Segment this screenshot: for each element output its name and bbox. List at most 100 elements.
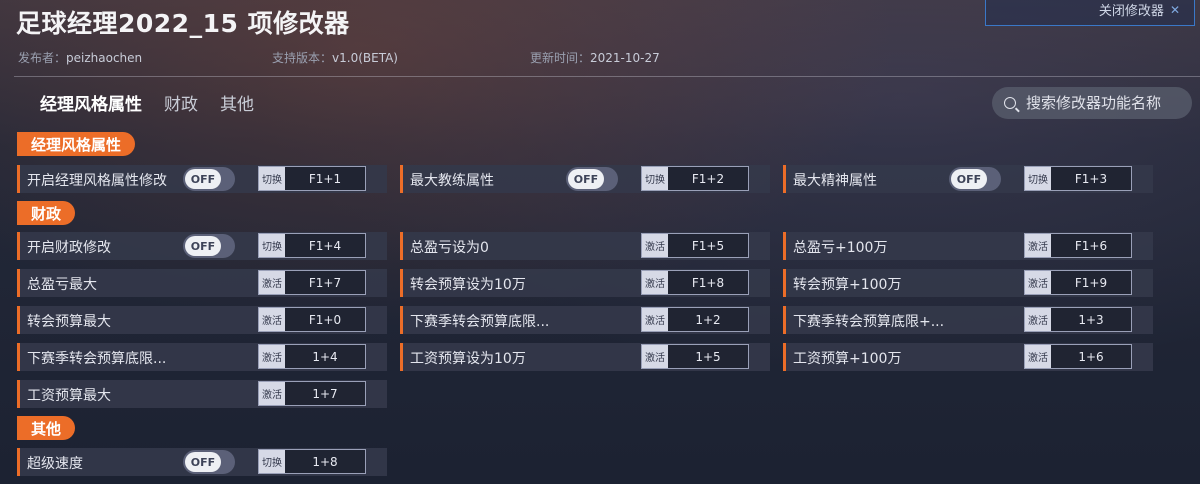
cheat-row: 工资预算设为10万 激活 1+5 bbox=[400, 343, 770, 371]
toggle-switch[interactable]: OFF bbox=[949, 167, 1001, 191]
search-box[interactable] bbox=[992, 87, 1192, 119]
action-label: 切换 bbox=[259, 167, 285, 190]
cheat-label: 开启财政修改 bbox=[27, 240, 111, 256]
section-header-finance: 财政 bbox=[17, 201, 76, 225]
hotkey-label: F1+4 bbox=[308, 238, 342, 253]
toggle-state: OFF bbox=[185, 236, 221, 256]
cheat-label: 下赛季转会预算底限+... bbox=[793, 314, 945, 330]
toggle-switch[interactable]: OFF bbox=[183, 450, 235, 474]
cheat-label: 开启经理风格属性修改 bbox=[27, 173, 167, 189]
trainer-window: 足球经理2022_15 项修改器 关闭修改器 ✕ 发布者：peizhaochen… bbox=[0, 0, 1200, 484]
cheat-row: 总盈亏+100万 激活 F1+6 bbox=[783, 232, 1153, 260]
cheat-label: 转会预算最大 bbox=[27, 314, 111, 330]
cheat-row: 转会预算设为10万 激活 F1+8 bbox=[400, 269, 770, 297]
version-meta: 支持版本：v1.0(BETA) bbox=[272, 49, 398, 66]
page-title: 足球经理2022_15 项修改器 bbox=[16, 9, 350, 38]
tab-other[interactable]: 其他 bbox=[220, 90, 254, 115]
hotkey-button[interactable]: 切换 F1+4 bbox=[258, 233, 366, 258]
cheat-label: 工资预算最大 bbox=[27, 388, 111, 404]
toggle-state: OFF bbox=[185, 452, 221, 472]
action-label: 激活 bbox=[259, 271, 285, 294]
hotkey-button[interactable]: 激活 1+4 bbox=[258, 344, 366, 369]
tab-bar: 经理风格属性 财政 其他 bbox=[40, 90, 276, 115]
hotkey-label: 1+5 bbox=[695, 349, 721, 364]
hotkey-button[interactable]: 激活 1+3 bbox=[1024, 307, 1132, 332]
hotkey-label: F1+6 bbox=[1074, 238, 1108, 253]
hotkey-label: F1+9 bbox=[1074, 275, 1108, 290]
action-label: 激活 bbox=[642, 234, 668, 257]
hotkey-button[interactable]: 激活 F1+6 bbox=[1024, 233, 1132, 258]
tab-manager-style[interactable]: 经理风格属性 bbox=[40, 90, 142, 115]
header-divider bbox=[14, 76, 1200, 77]
cheat-label: 总盈亏最大 bbox=[27, 277, 97, 293]
hotkey-button[interactable]: 激活 F1+0 bbox=[258, 307, 366, 332]
cheat-row: 下赛季转会预算底限... 激活 1+4 bbox=[17, 343, 387, 371]
hotkey-button[interactable]: 激活 F1+9 bbox=[1024, 270, 1132, 295]
hotkey-button[interactable]: 切换 F1+2 bbox=[641, 166, 749, 191]
tab-finance[interactable]: 财政 bbox=[164, 90, 198, 115]
hotkey-label: 1+8 bbox=[312, 454, 338, 469]
cheat-label: 工资预算+100万 bbox=[793, 351, 902, 367]
cheat-row: 转会预算+100万 激活 F1+9 bbox=[783, 269, 1153, 297]
cheat-label: 下赛季转会预算底限... bbox=[27, 351, 167, 367]
hotkey-button[interactable]: 切换 1+8 bbox=[258, 449, 366, 474]
action-label: 激活 bbox=[259, 345, 285, 368]
cheat-row: 工资预算最大 激活 1+7 bbox=[17, 380, 387, 408]
action-label: 激活 bbox=[642, 345, 668, 368]
toggle-state: OFF bbox=[951, 169, 987, 189]
close-trainer-button[interactable]: 关闭修改器 ✕ bbox=[985, 0, 1195, 26]
hotkey-label: F1+7 bbox=[308, 275, 342, 290]
action-label: 激活 bbox=[1025, 271, 1051, 294]
updated-meta: 更新时间：2021-10-27 bbox=[530, 49, 660, 66]
cheat-row: 开启财政修改 OFF 切换 F1+4 bbox=[17, 232, 387, 260]
cheat-label: 超级速度 bbox=[27, 456, 83, 472]
action-label: 激活 bbox=[642, 308, 668, 331]
toggle-switch[interactable]: OFF bbox=[183, 234, 235, 258]
toggle-state: OFF bbox=[185, 169, 221, 189]
updated-value: 2021-10-27 bbox=[590, 51, 660, 65]
cheat-label: 最大精神属性 bbox=[793, 173, 877, 189]
hotkey-label: 1+6 bbox=[1078, 349, 1104, 364]
action-label: 激活 bbox=[259, 382, 285, 405]
hotkey-label: F1+0 bbox=[308, 312, 342, 327]
cheat-row: 工资预算+100万 激活 1+6 bbox=[783, 343, 1153, 371]
author-meta: 发布者：peizhaochen bbox=[18, 49, 142, 66]
hotkey-button[interactable]: 激活 1+5 bbox=[641, 344, 749, 369]
hotkey-button[interactable]: 切换 F1+1 bbox=[258, 166, 366, 191]
cheat-row: 最大精神属性 OFF 切换 F1+3 bbox=[783, 165, 1153, 193]
action-label: 激活 bbox=[642, 271, 668, 294]
hotkey-button[interactable]: 激活 1+6 bbox=[1024, 344, 1132, 369]
hotkey-label: F1+8 bbox=[691, 275, 725, 290]
hotkey-label: 1+7 bbox=[312, 386, 338, 401]
action-label: 激活 bbox=[1025, 234, 1051, 257]
cheat-label: 转会预算+100万 bbox=[793, 277, 902, 293]
hotkey-button[interactable]: 激活 F1+8 bbox=[641, 270, 749, 295]
cheat-row: 下赛季转会预算底限... 激活 1+2 bbox=[400, 306, 770, 334]
section-header-manager: 经理风格属性 bbox=[17, 132, 136, 156]
search-icon bbox=[1004, 97, 1016, 109]
cheat-row: 总盈亏设为0 激活 F1+5 bbox=[400, 232, 770, 260]
toggle-switch[interactable]: OFF bbox=[183, 167, 235, 191]
version-label: 支持版本： bbox=[272, 51, 333, 65]
search-input[interactable] bbox=[1026, 94, 1186, 112]
toggle-switch[interactable]: OFF bbox=[566, 167, 618, 191]
cheat-label: 下赛季转会预算底限... bbox=[410, 314, 550, 330]
hotkey-button[interactable]: 激活 F1+7 bbox=[258, 270, 366, 295]
version-value: v1.0(BETA) bbox=[332, 51, 398, 65]
author-value: peizhaochen bbox=[66, 51, 143, 65]
action-label: 切换 bbox=[642, 167, 668, 190]
hotkey-button[interactable]: 激活 1+2 bbox=[641, 307, 749, 332]
close-icon: ✕ bbox=[1169, 2, 1180, 17]
cheat-label: 总盈亏设为0 bbox=[410, 240, 489, 256]
action-label: 激活 bbox=[1025, 345, 1051, 368]
hotkey-label: F1+5 bbox=[691, 238, 725, 253]
hotkey-button[interactable]: 切换 F1+3 bbox=[1024, 166, 1132, 191]
hotkey-button[interactable]: 激活 F1+5 bbox=[641, 233, 749, 258]
hotkey-button[interactable]: 激活 1+7 bbox=[258, 381, 366, 406]
hotkey-label: 1+4 bbox=[312, 349, 338, 364]
author-label: 发布者： bbox=[18, 51, 67, 65]
cheat-label: 转会预算设为10万 bbox=[410, 277, 526, 293]
cheat-row: 开启经理风格属性修改 OFF 切换 F1+1 bbox=[17, 165, 387, 193]
cheat-label: 最大教练属性 bbox=[410, 173, 494, 189]
section-header-other: 其他 bbox=[17, 416, 76, 440]
